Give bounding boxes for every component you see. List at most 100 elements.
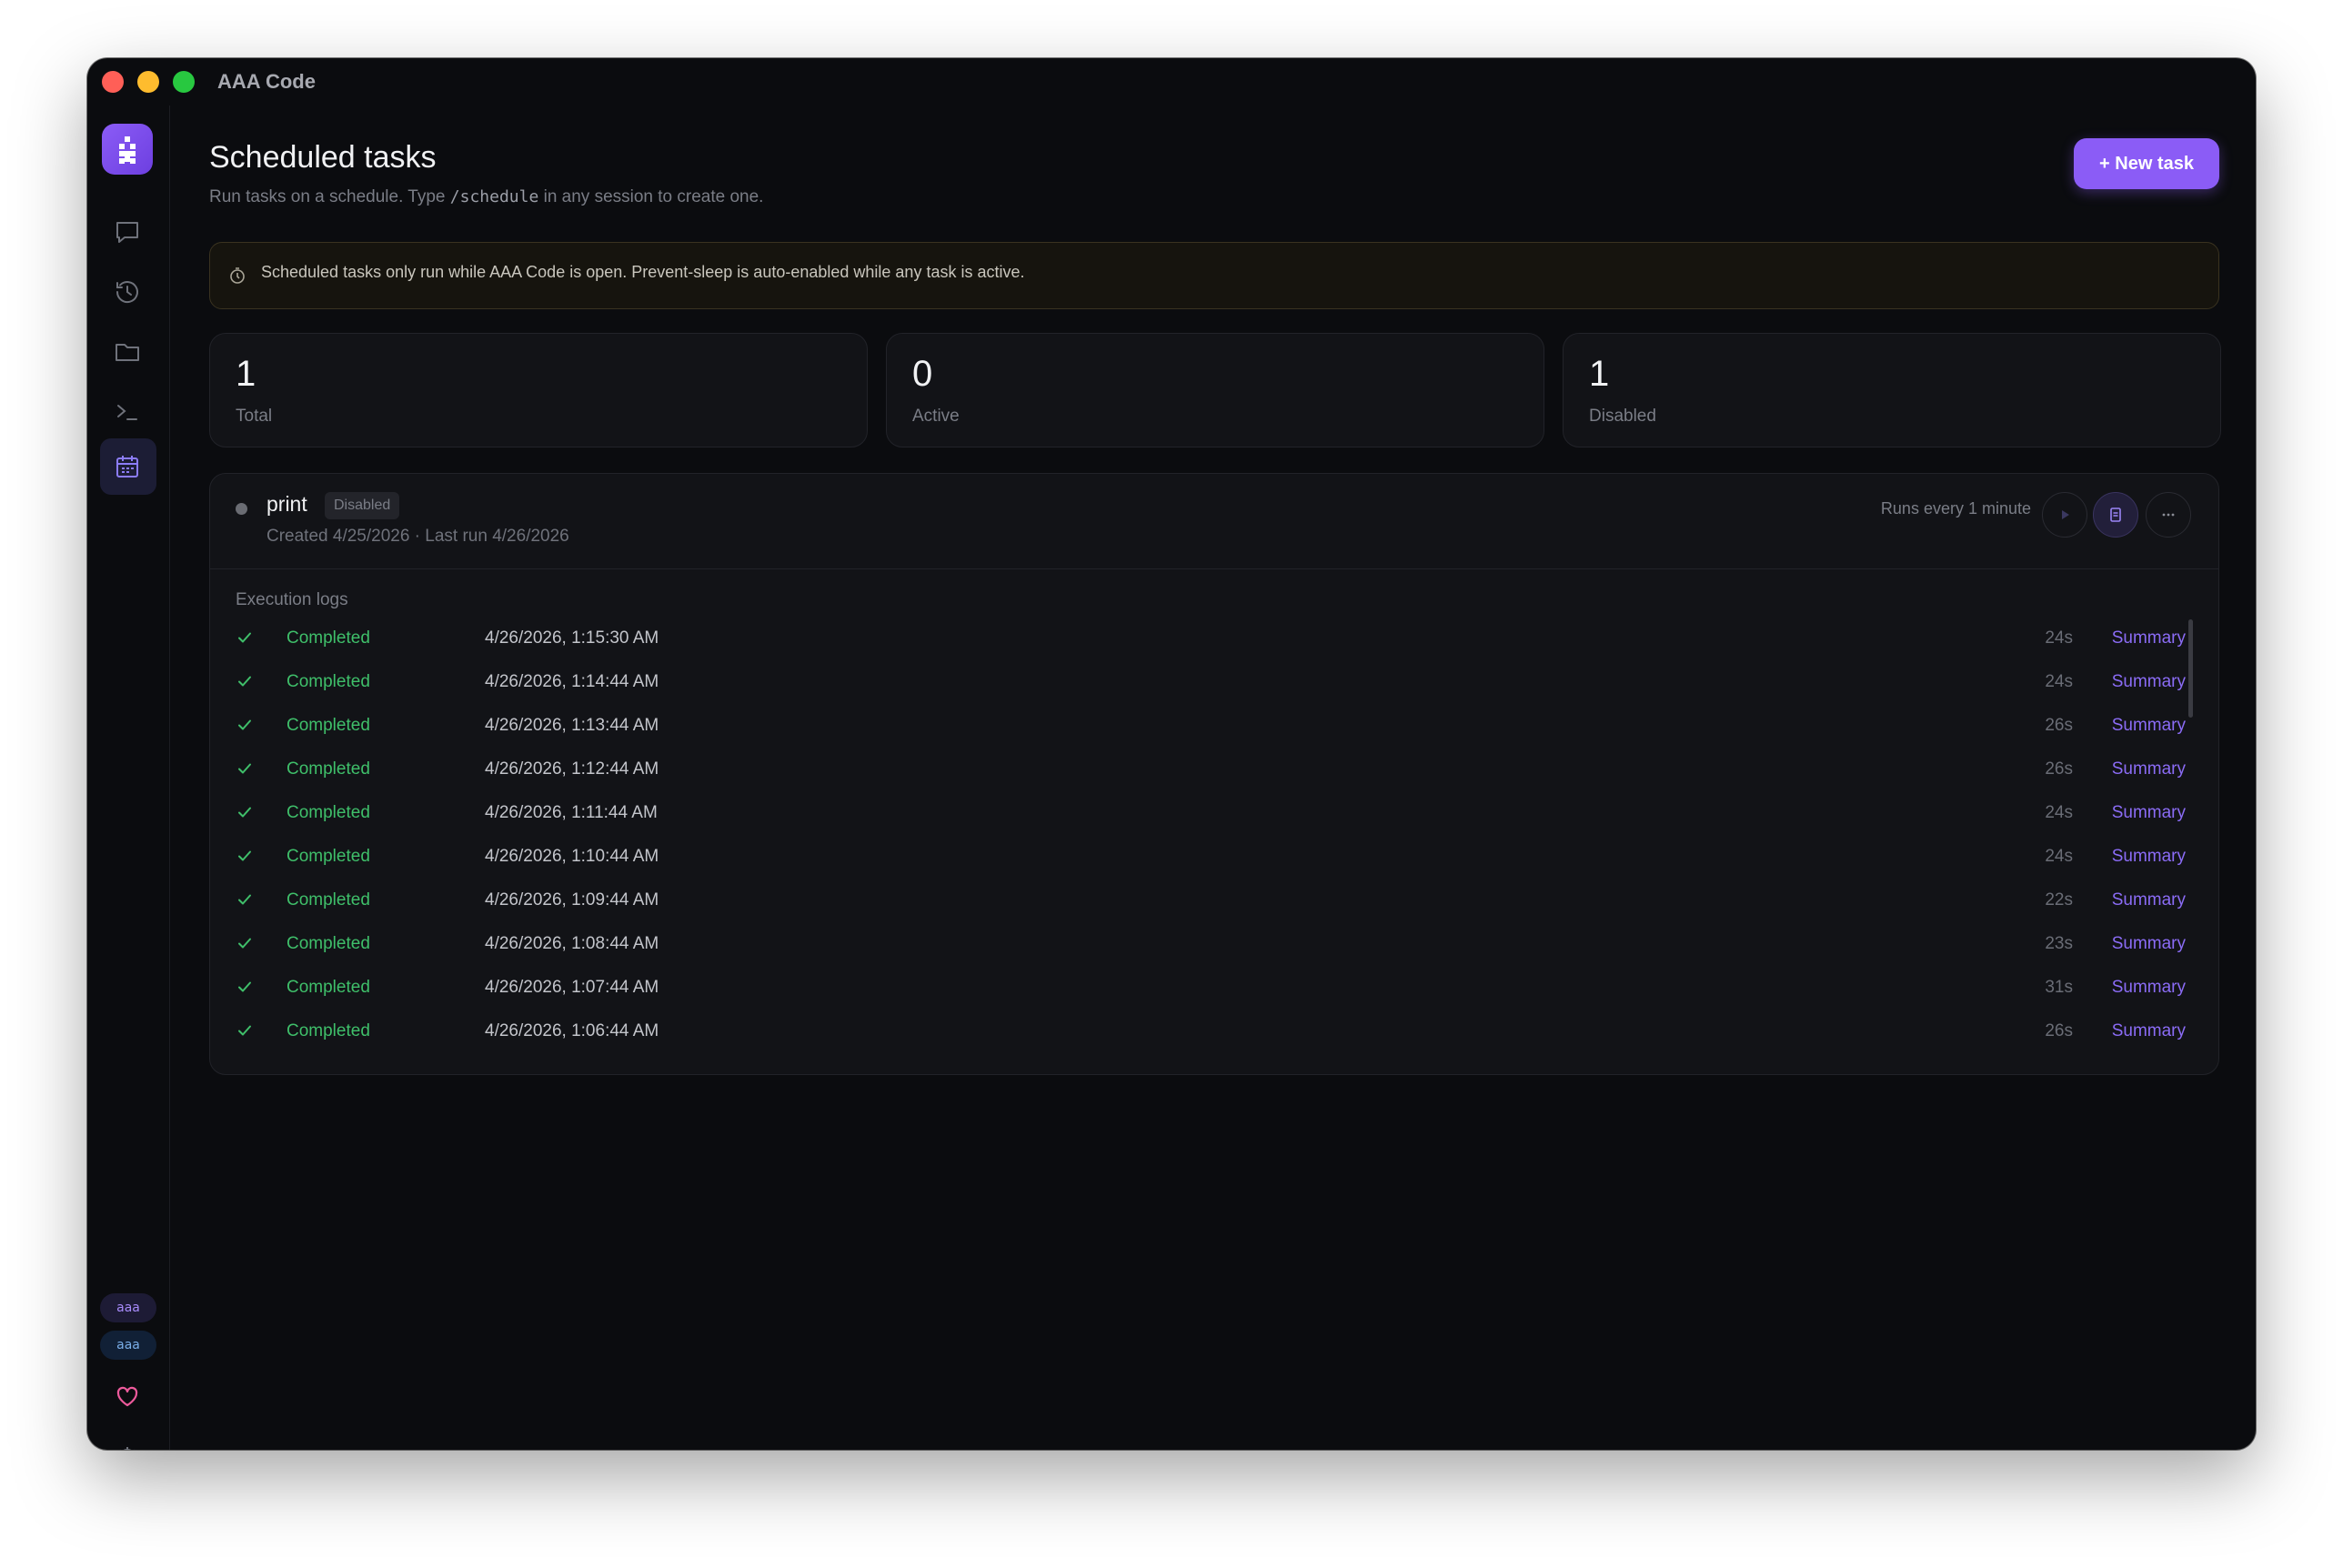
log-timestamp: 4/26/2026, 1:13:44 AM — [485, 716, 659, 735]
stat-value: 0 — [912, 354, 933, 394]
workspace-pill[interactable]: aaa — [100, 1293, 156, 1322]
summary-link[interactable]: Summary — [2112, 716, 2186, 736]
summary-link[interactable]: Summary — [2112, 890, 2186, 910]
log-status: Completed — [287, 716, 370, 735]
more-icon — [2162, 513, 2175, 517]
check-icon — [238, 1025, 251, 1036]
log-row: Completed 4/26/2026, 1:06:44 AM 26s Summary — [210, 1010, 2218, 1054]
task-meta: Created 4/25/2026 · Last run 4/26/2026 — [266, 527, 569, 546]
workspace-pill[interactable]: aaa — [100, 1331, 156, 1360]
task-name: print — [266, 492, 307, 516]
log-row: Completed 4/26/2026, 1:08:44 AM 23s Summary — [210, 923, 2218, 967]
summary-link[interactable]: Summary — [2112, 934, 2186, 954]
page-subtitle: Run tasks on a schedule. Type /schedule … — [209, 187, 764, 206]
page-title: Scheduled tasks — [209, 140, 437, 175]
log-timestamp: 4/26/2026, 1:15:30 AM — [485, 628, 659, 648]
check-icon — [238, 676, 251, 687]
log-row: Completed 4/26/2026, 1:12:44 AM 26s Summary — [210, 749, 2218, 792]
check-icon — [238, 763, 251, 774]
stat-label: Total — [236, 407, 273, 426]
execution-logs-list: Completed 4/26/2026, 1:15:30 AM 24s Summary… — [210, 618, 2218, 1054]
gear-icon[interactable] — [110, 1441, 145, 1450]
log-row: Completed 4/26/2026, 1:11:44 AM 24s Summary — [210, 792, 2218, 836]
log-duration: 24s — [2045, 628, 2073, 648]
stat-value: 1 — [1589, 354, 1610, 394]
log-duration: 24s — [2045, 803, 2073, 822]
log-row: Completed 4/26/2026, 1:14:44 AM 24s Summary — [210, 661, 2218, 705]
summary-link[interactable]: Summary — [2112, 847, 2186, 867]
log-duration: 26s — [2045, 759, 2073, 779]
log-timestamp: 4/26/2026, 1:14:44 AM — [485, 672, 659, 691]
log-row: Completed 4/26/2026, 1:15:30 AM 24s Summary — [210, 618, 2218, 661]
log-status: Completed — [287, 803, 370, 822]
main-content: Scheduled tasks Run tasks on a schedule.… — [209, 106, 2256, 1450]
stat-card-active: 0 Active — [886, 333, 1544, 447]
check-icon — [238, 894, 251, 905]
check-icon — [238, 981, 251, 992]
log-timestamp: 4/26/2026, 1:12:44 AM — [485, 759, 659, 779]
info-banner: Scheduled tasks only run while AAA Code … — [209, 242, 2219, 309]
log-timestamp: 4/26/2026, 1:09:44 AM — [485, 890, 659, 910]
log-duration: 24s — [2045, 672, 2073, 691]
log-status: Completed — [287, 1021, 370, 1040]
title-bar: AAA Code — [87, 58, 2256, 106]
calendar-icon[interactable] — [110, 449, 145, 484]
clock-icon — [230, 267, 245, 284]
more-button[interactable] — [2146, 492, 2191, 538]
log-status: Completed — [287, 847, 370, 866]
log-status: Completed — [287, 978, 370, 997]
history-icon[interactable] — [110, 275, 145, 309]
log-timestamp: 4/26/2026, 1:10:44 AM — [485, 847, 659, 866]
schedule-command: /schedule — [449, 187, 539, 206]
log-timestamp: 4/26/2026, 1:08:44 AM — [485, 934, 659, 953]
check-icon — [238, 807, 251, 818]
heart-icon[interactable] — [110, 1379, 145, 1413]
execution-logs-title: Execution logs — [236, 590, 348, 609]
task-schedule: Runs every 1 minute — [1880, 499, 2031, 518]
summary-link[interactable]: Summary — [2112, 628, 2186, 648]
play-icon — [2062, 510, 2069, 519]
stat-label: Disabled — [1589, 407, 1656, 426]
log-row: Completed 4/26/2026, 1:09:44 AM 22s Summary — [210, 879, 2218, 923]
stat-label: Active — [912, 407, 960, 426]
maximize-window-button[interactable] — [173, 71, 195, 93]
folder-icon[interactable] — [110, 335, 145, 369]
summary-link[interactable]: Summary — [2112, 759, 2186, 779]
chat-icon[interactable] — [110, 215, 145, 249]
stat-value: 1 — [236, 354, 256, 394]
log-row: Completed 4/26/2026, 1:07:44 AM 31s Summary — [210, 967, 2218, 1010]
summary-link[interactable]: Summary — [2112, 1021, 2186, 1041]
app-window: AAA Code aaa aaa Scheduled tasks Run tas… — [87, 58, 2256, 1450]
task-card: print Disabled Created 4/25/2026 · Last … — [209, 473, 2219, 1075]
log-timestamp: 4/26/2026, 1:06:44 AM — [485, 1021, 659, 1040]
summary-link[interactable]: Summary — [2112, 803, 2186, 823]
sidebar: aaa aaa — [87, 106, 170, 1450]
status-badge: Disabled — [325, 492, 400, 519]
run-now-button[interactable] — [2042, 492, 2087, 538]
log-timestamp: 4/26/2026, 1:07:44 AM — [485, 978, 659, 997]
log-status: Completed — [287, 890, 370, 910]
log-status: Completed — [287, 759, 370, 779]
close-window-button[interactable] — [102, 71, 124, 93]
log-row: Completed 4/26/2026, 1:10:44 AM 24s Summary — [210, 836, 2218, 879]
task-header[interactable]: print Disabled Created 4/25/2026 · Last … — [210, 474, 2218, 569]
stat-card-disabled: 1 Disabled — [1563, 333, 2221, 447]
log-status: Completed — [287, 672, 370, 691]
log-status: Completed — [287, 934, 370, 953]
minimize-window-button[interactable] — [137, 71, 159, 93]
terminal-icon[interactable] — [110, 395, 145, 429]
log-duration: 24s — [2045, 847, 2073, 866]
log-duration: 23s — [2045, 934, 2073, 953]
log-duration: 26s — [2045, 716, 2073, 735]
check-icon — [238, 850, 251, 861]
new-task-button[interactable]: + New task — [2074, 138, 2219, 189]
log-duration: 22s — [2045, 890, 2073, 910]
summary-link[interactable]: Summary — [2112, 672, 2186, 692]
log-row: Completed 4/26/2026, 1:13:44 AM 26s Summary — [210, 705, 2218, 749]
summary-link[interactable]: Summary — [2112, 978, 2186, 998]
app-logo[interactable] — [102, 124, 153, 175]
log-status: Completed — [287, 628, 370, 648]
logs-scrollbar[interactable] — [2188, 619, 2193, 718]
check-icon — [238, 938, 251, 949]
logs-button[interactable] — [2093, 492, 2138, 538]
